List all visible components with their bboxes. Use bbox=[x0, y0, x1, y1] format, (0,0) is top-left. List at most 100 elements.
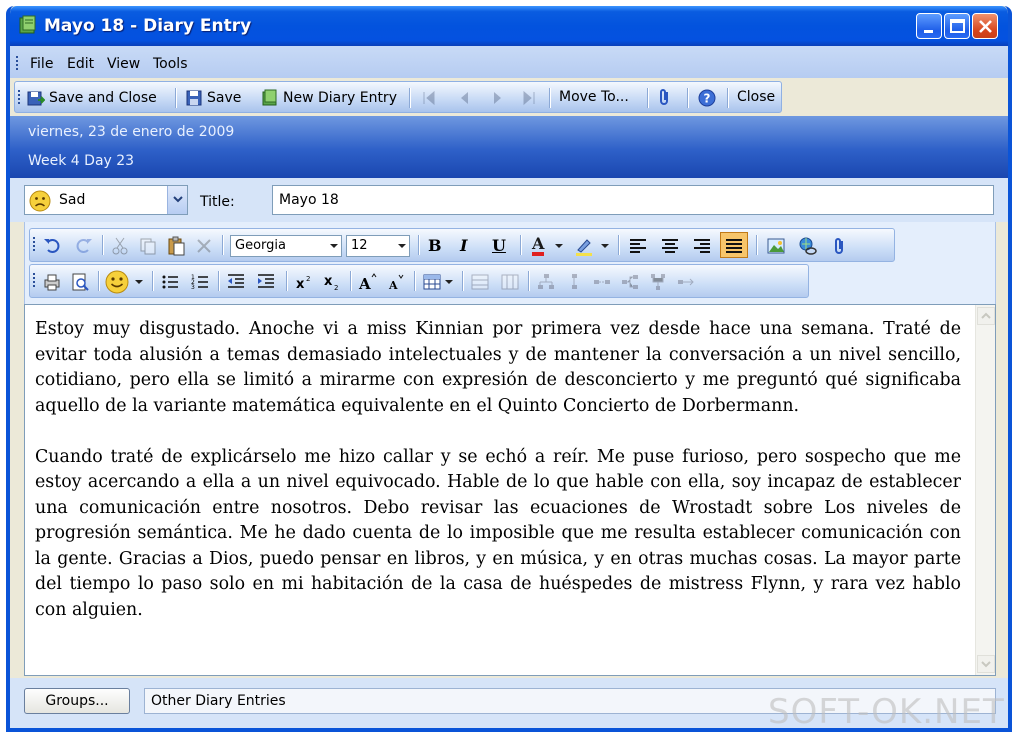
shrink-font-icon[interactable]: A bbox=[386, 272, 406, 292]
paste-icon[interactable] bbox=[166, 236, 186, 256]
font-size-select[interactable]: 12 bbox=[346, 235, 410, 257]
help-icon[interactable]: ? bbox=[697, 88, 717, 108]
toolbar-separator bbox=[528, 271, 529, 291]
attach-file-icon[interactable] bbox=[655, 87, 675, 107]
underline-button[interactable]: U bbox=[492, 236, 506, 255]
menu-view[interactable]: View bbox=[107, 56, 140, 72]
chevron-down-icon[interactable] bbox=[444, 272, 454, 292]
next-item-icon[interactable] bbox=[487, 88, 507, 108]
last-item-icon[interactable] bbox=[519, 88, 539, 108]
italic-button[interactable]: I bbox=[460, 236, 467, 255]
vertical-scrollbar[interactable] bbox=[975, 305, 995, 675]
print-preview-icon[interactable] bbox=[70, 272, 90, 292]
title-bar[interactable]: Mayo 18 - Diary Entry bbox=[10, 6, 1008, 46]
diary-body-editor[interactable]: Estoy muy disgustado. Anoche vi a miss K… bbox=[24, 304, 996, 676]
menu-grip[interactable] bbox=[16, 56, 19, 72]
move-to-button[interactable]: Move To... bbox=[559, 89, 629, 105]
chevron-down-icon[interactable] bbox=[600, 236, 610, 256]
highlighter-icon[interactable] bbox=[574, 236, 594, 256]
mood-dropdown-arrow[interactable] bbox=[167, 186, 187, 214]
chevron-down-icon bbox=[981, 661, 991, 668]
toolbar-grip[interactable] bbox=[33, 237, 36, 253]
new-diary-entry-button[interactable]: New Diary Entry bbox=[261, 89, 397, 107]
justify-button[interactable] bbox=[720, 232, 748, 258]
insert-table-icon[interactable] bbox=[422, 272, 442, 292]
menu-tools[interactable]: Tools bbox=[153, 56, 188, 72]
grow-font-icon[interactable]: A bbox=[358, 272, 378, 292]
title-input[interactable]: Mayo 18 bbox=[272, 185, 994, 215]
maximize-icon bbox=[950, 19, 965, 33]
copy-icon[interactable] bbox=[138, 236, 158, 256]
maximize-button[interactable] bbox=[944, 13, 970, 39]
window-title: Mayo 18 - Diary Entry bbox=[44, 16, 252, 36]
emoticon-icon[interactable] bbox=[104, 269, 130, 295]
toolbar-separator bbox=[549, 88, 550, 108]
first-item-icon[interactable] bbox=[419, 88, 439, 108]
tree-branch-icon[interactable] bbox=[564, 272, 584, 292]
tree-split-icon[interactable] bbox=[620, 272, 640, 292]
tree-node-icon[interactable] bbox=[536, 272, 556, 292]
chevron-down-icon[interactable] bbox=[134, 272, 144, 292]
minimize-button[interactable] bbox=[916, 13, 942, 39]
chevron-down-icon[interactable] bbox=[554, 236, 564, 256]
menu-bar: File Edit View Tools bbox=[10, 46, 1008, 78]
formatting-area: Georgia 12 B I U A 1 2 3 x 2 x 2 A A bbox=[24, 222, 996, 304]
font-name-select[interactable]: Georgia bbox=[230, 235, 342, 257]
save-button[interactable]: Save bbox=[185, 89, 241, 107]
tree-link-icon[interactable] bbox=[592, 272, 612, 292]
numbered-list-icon[interactable]: 123 bbox=[190, 272, 210, 292]
toolbar-separator bbox=[462, 271, 463, 291]
insert-hyperlink-icon[interactable] bbox=[798, 236, 818, 256]
bold-button[interactable]: B bbox=[428, 236, 442, 255]
svg-text:x: x bbox=[324, 274, 333, 289]
svg-text:2: 2 bbox=[334, 284, 338, 292]
tree-merge-icon[interactable] bbox=[648, 272, 668, 292]
tree-flow-icon[interactable] bbox=[676, 272, 696, 292]
save-and-close-button[interactable]: Save and Close bbox=[27, 89, 157, 107]
svg-text:?: ? bbox=[704, 92, 711, 106]
table-rows-icon[interactable] bbox=[470, 272, 490, 292]
insert-picture-icon[interactable] bbox=[766, 236, 786, 256]
decrease-indent-icon[interactable] bbox=[226, 272, 246, 292]
superscript-icon[interactable]: x2 bbox=[294, 272, 314, 292]
menu-edit[interactable]: Edit bbox=[67, 56, 94, 72]
chevron-down-icon bbox=[330, 244, 338, 248]
svg-text:3: 3 bbox=[191, 284, 195, 291]
close-window-button[interactable] bbox=[972, 13, 998, 39]
undo-icon[interactable] bbox=[42, 236, 62, 256]
diary-body-text[interactable]: Estoy muy disgustado. Anoche vi a miss K… bbox=[35, 317, 961, 649]
mood-dropdown[interactable]: Sad bbox=[24, 185, 188, 215]
save-icon bbox=[186, 90, 202, 106]
redo-icon[interactable] bbox=[74, 236, 94, 256]
body-paragraph: Cuando traté de explicárselo me hizo cal… bbox=[35, 446, 961, 620]
delete-icon[interactable] bbox=[194, 236, 214, 256]
attach-file-icon[interactable] bbox=[830, 236, 850, 256]
svg-text:A: A bbox=[388, 279, 398, 292]
scroll-down-button[interactable] bbox=[977, 655, 995, 673]
scroll-up-button[interactable] bbox=[977, 307, 995, 325]
svg-text:A: A bbox=[358, 275, 371, 292]
mood-title-row: Sad Title: Mayo 18 bbox=[10, 178, 1008, 222]
menu-file[interactable]: File bbox=[30, 56, 53, 72]
increase-indent-icon[interactable] bbox=[256, 272, 276, 292]
close-button[interactable]: Close bbox=[737, 89, 775, 105]
font-color-button[interactable]: A bbox=[532, 236, 545, 256]
toolbar-separator bbox=[175, 88, 176, 108]
print-icon[interactable] bbox=[42, 272, 62, 292]
align-center-icon[interactable] bbox=[660, 236, 680, 256]
toolbar-grip[interactable] bbox=[18, 90, 21, 106]
subscript-icon[interactable]: x2 bbox=[322, 272, 342, 292]
save-and-close-icon bbox=[27, 91, 45, 106]
close-icon bbox=[979, 20, 992, 33]
align-right-icon[interactable] bbox=[692, 236, 712, 256]
previous-item-icon[interactable] bbox=[455, 88, 475, 108]
diary-app-icon bbox=[19, 15, 36, 34]
bullet-list-icon[interactable] bbox=[160, 272, 180, 292]
align-left-icon[interactable] bbox=[628, 236, 648, 256]
entry-info-band: viernes, 23 de enero de 2009 Week 4 Day … bbox=[10, 116, 1008, 178]
title-label: Title: bbox=[200, 194, 235, 210]
table-columns-icon[interactable] bbox=[500, 272, 520, 292]
cut-icon[interactable] bbox=[110, 236, 130, 256]
groups-button[interactable]: Groups... bbox=[24, 688, 130, 714]
toolbar-grip[interactable] bbox=[33, 273, 36, 289]
